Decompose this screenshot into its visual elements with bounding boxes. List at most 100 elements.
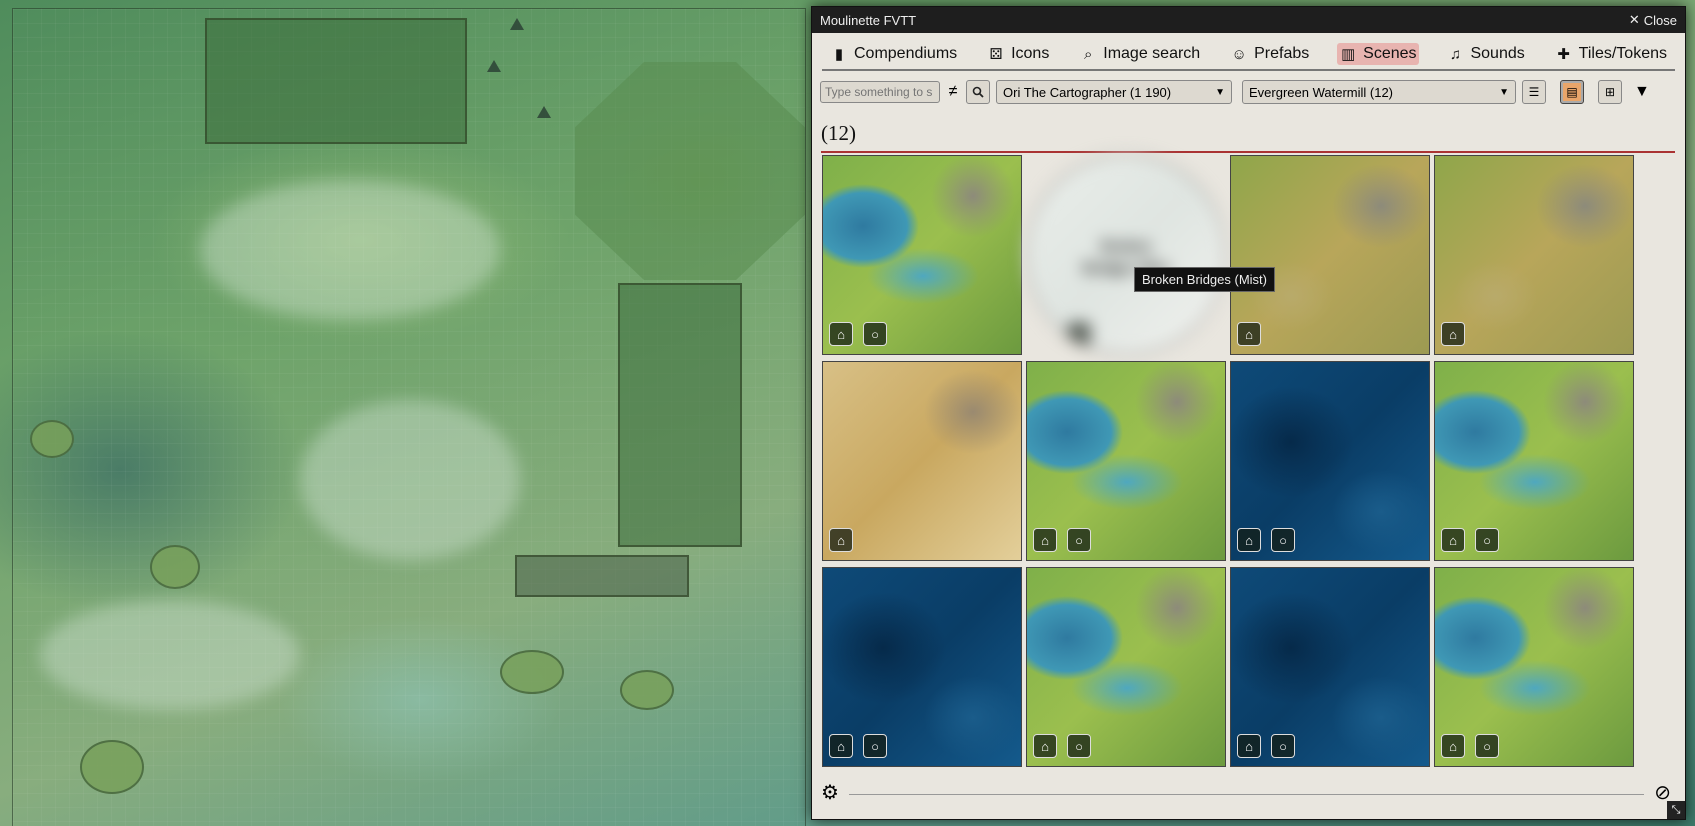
bank-icon[interactable]: ⌂ [829, 528, 853, 552]
bank-icon[interactable]: ⌂ [1441, 322, 1465, 346]
map-rock [80, 740, 144, 794]
bank-icon[interactable]: ⌂ [1033, 322, 1057, 346]
chevron-down-icon: ▼ [1499, 86, 1509, 98]
lightbulb-icon[interactable]: ○ [1067, 528, 1091, 552]
bank-icon[interactable]: ⌂ [1033, 528, 1057, 552]
map-building [205, 18, 467, 144]
tab-icons[interactable]: ⚄ Icons [985, 43, 1051, 65]
dice-icon: ⚄ [989, 46, 1003, 63]
bank-icon[interactable]: ⌂ [829, 734, 853, 758]
scene-thumbnail[interactable]: ⌂ ○ [822, 567, 1022, 767]
result-count: (12) [821, 121, 856, 145]
not-equal-icon[interactable]: ≠ [946, 83, 960, 101]
scene-thumbnail[interactable]: ⌂ ○ [1230, 361, 1430, 561]
tab-tiles-tokens[interactable]: ✚ Tiles/Tokens [1553, 43, 1669, 65]
map-bridge [515, 555, 689, 597]
map-rock [30, 420, 74, 458]
gear-icon[interactable]: ⚙ [821, 780, 839, 805]
map-mist [200, 180, 500, 320]
tooltip: Broken Bridges (Mist) [1134, 267, 1275, 292]
tab-label: Compendiums [854, 45, 958, 62]
map-rock [150, 545, 200, 589]
close-button[interactable]: ✕ Close [1629, 12, 1677, 28]
tab-label: Image search [1103, 45, 1201, 62]
scene-thumbnail[interactable]: Broken Bridges Mist ⌂ ○ [1026, 155, 1226, 355]
creator-select-value: Ori The Cartographer (1 190) [1003, 84, 1172, 100]
lightbulb-icon[interactable]: ○ [863, 322, 887, 346]
list-view-button[interactable]: ☰ [1522, 80, 1546, 104]
map-marker-icon [487, 60, 501, 72]
users-icon: ☺ [1231, 45, 1247, 63]
pack-select-value: Evergreen Watermill (12) [1249, 84, 1394, 100]
window-titlebar[interactable]: Moulinette FVTT ✕ Close [812, 7, 1685, 33]
bank-icon[interactable]: ⌂ [1441, 734, 1465, 758]
moulinette-window: Moulinette FVTT ✕ Close ▮ Compendiums ⚄ Ico… [811, 6, 1686, 820]
map-mist [300, 400, 520, 560]
tab-sounds[interactable]: ♫ Sounds [1444, 43, 1526, 65]
lightbulb-icon[interactable]: ○ [1475, 528, 1499, 552]
lightbulb-icon[interactable]: ○ [1067, 322, 1091, 346]
scene-thumbnail[interactable]: ⌂ ○ [1434, 361, 1634, 561]
map-marker-icon [537, 106, 551, 118]
map-rock [500, 650, 564, 694]
map-marker-icon [510, 18, 524, 30]
scene-thumbnail[interactable]: ⌂ ○ [822, 155, 1022, 355]
map-building [618, 283, 742, 547]
map-rock [620, 670, 674, 710]
puzzle-icon: ✚ [1557, 46, 1570, 63]
tab-prefabs[interactable]: ☺ Prefabs [1228, 43, 1311, 65]
list-compact-icon: ▤ [1566, 85, 1578, 99]
music-icon: ♫ [1449, 45, 1462, 63]
footer-divider [848, 793, 1645, 795]
bank-icon[interactable]: ⌂ [1237, 528, 1261, 552]
search-icon: ⌕ [1084, 45, 1093, 63]
close-icon: ✕ [1628, 12, 1640, 27]
search-icon [972, 86, 984, 98]
bank-icon[interactable]: ⌂ [1033, 734, 1057, 758]
tab-label: Sounds [1470, 45, 1525, 62]
scene-grid: ⌂ ○ Broken Bridges Mist ⌂ ○ ⌂ ⌂ ⌂ ⌂ ○ ⌂ ○ ⌂ ○ ⌂ ○ ⌂ ○ ⌂ ○ ⌂ ○ [822, 155, 1642, 767]
tab-scenes[interactable]: ▥ Scenes [1337, 43, 1419, 65]
grid-view-button[interactable]: ⊞ [1598, 80, 1622, 104]
tab-image-search[interactable]: ⌕ Image search [1077, 43, 1202, 65]
bank-icon[interactable]: ⌂ [1237, 322, 1261, 346]
scene-thumbnail[interactable]: ⌂ ○ [1434, 567, 1634, 767]
tab-bar: ▮ Compendiums ⚄ Icons ⌕ Image search ☺ Prefabs ▥… [822, 39, 1675, 71]
lightbulb-icon[interactable]: ○ [1475, 734, 1499, 758]
bank-icon[interactable]: ⌂ [1237, 734, 1261, 758]
creator-select[interactable]: Ori The Cartographer (1 190) ▼ [996, 80, 1232, 104]
bank-icon[interactable]: ⌂ [829, 322, 853, 346]
footer: ⚙ ⊘ [821, 779, 1671, 805]
scene-thumbnail[interactable]: ⌂ ○ [1026, 567, 1226, 767]
window-title: Moulinette FVTT [820, 12, 917, 28]
toolbar: ≠ Ori The Cartographer (1 190) ▼ Evergre… [820, 77, 1677, 107]
lightbulb-icon[interactable]: ○ [1271, 528, 1295, 552]
pack-select[interactable]: Evergreen Watermill (12) ▼ [1242, 80, 1516, 104]
scene-thumbnail[interactable]: ⌂ ○ [1026, 361, 1226, 561]
divider [821, 151, 1675, 153]
scene-thumbnail[interactable]: ⌂ [1230, 155, 1430, 355]
chevron-down-icon: ▼ [1215, 86, 1225, 98]
map-mist [40, 600, 300, 710]
tab-label: Prefabs [1254, 45, 1310, 62]
filter-icon[interactable]: ▼ [1634, 83, 1650, 101]
lightbulb-icon[interactable]: ○ [863, 734, 887, 758]
tab-label: Scenes [1363, 45, 1417, 62]
scene-thumbnail[interactable]: ⌂ [1434, 155, 1634, 355]
search-input[interactable] [820, 81, 940, 103]
tab-label: Tiles/Tokens [1578, 45, 1667, 62]
map-icon: ▥ [1341, 46, 1356, 63]
grid-icon: ⊞ [1604, 85, 1616, 99]
lightbulb-icon[interactable]: ○ [1271, 734, 1295, 758]
search-button[interactable] [966, 80, 990, 104]
book-icon: ▮ [834, 46, 844, 63]
compact-view-button[interactable]: ▤ [1560, 80, 1584, 104]
list-icon: ☰ [1528, 85, 1540, 99]
tab-compendiums[interactable]: ▮ Compendiums [828, 43, 959, 65]
scene-thumbnail[interactable]: ⌂ ○ [1230, 567, 1430, 767]
lightbulb-icon[interactable]: ○ [1067, 734, 1091, 758]
bank-icon[interactable]: ⌂ [1441, 528, 1465, 552]
close-label: Close [1643, 12, 1677, 28]
resize-handle[interactable]: ⤡ [1667, 801, 1685, 819]
scene-thumbnail[interactable]: ⌂ [822, 361, 1022, 561]
